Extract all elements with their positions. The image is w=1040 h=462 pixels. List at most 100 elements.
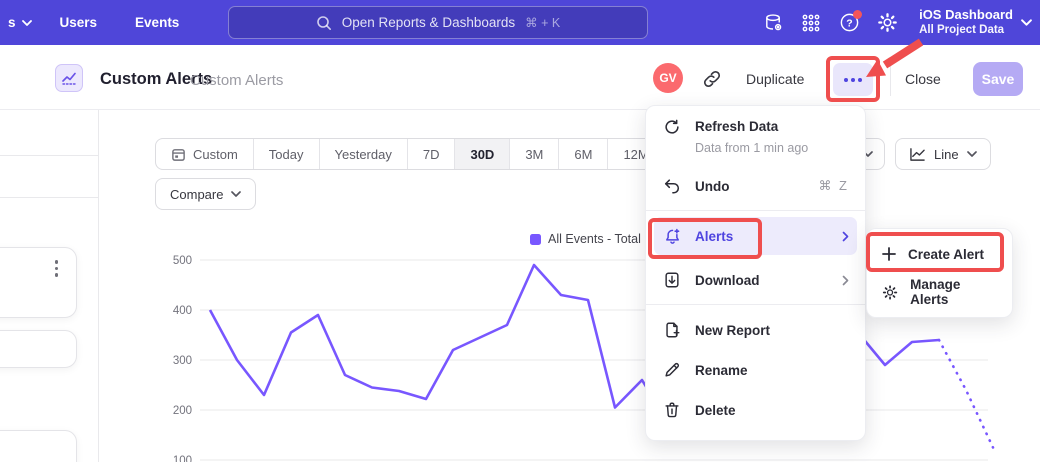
copy-link-button[interactable] [701,68,725,90]
range-label: Yesterday [335,147,392,162]
nav-cut-label: s [8,15,16,30]
sidebar-card[interactable] [0,247,77,318]
menu-item-label: New Report [695,323,849,338]
range-label: Today [269,147,304,162]
sidebar-card[interactable] [0,330,77,368]
undo-icon [662,177,682,195]
legend-label: All Events - Total [548,232,641,246]
menu-item-rename[interactable]: Rename [646,350,865,390]
svg-text:400: 400 [173,305,192,317]
refresh-icon [662,118,682,136]
notification-badge [853,10,862,19]
sidebar-card[interactable] [0,430,77,462]
svg-text:200: 200 [173,405,192,417]
menu-item-undo[interactable]: Undo ⌘ Z [646,167,865,205]
more-options-menu: Refresh Data Data from 1 min ago Undo ⌘ … [645,105,866,441]
chevron-down-icon [1021,19,1032,26]
menu-item-alerts[interactable]: Alerts [654,217,857,255]
menu-item-shortcut: ⌘ Z [818,178,849,194]
gear-icon [882,284,898,301]
menu-item-label: Undo [695,179,805,194]
gear-icon [877,12,898,33]
apps-grid-icon[interactable] [799,11,823,35]
chart-type-label: Line [934,147,959,162]
range-today[interactable]: Today [254,139,320,169]
search-icon [316,15,332,31]
nav-item-events[interactable]: Events [121,15,193,30]
range-yesterday[interactable]: Yesterday [320,139,408,169]
svg-text:300: 300 [173,355,192,367]
compare-dropdown[interactable]: Compare [155,178,256,210]
settings-gear-icon[interactable] [875,11,899,35]
nav-item-boards-cut[interactable]: s [6,15,36,30]
insights-chart-icon [61,70,77,86]
more-options-button[interactable] [833,63,873,96]
top-nav: s Users Events Open Reports & Dashboards… [0,0,1040,45]
range-3m[interactable]: 3M [510,139,559,169]
new-report-icon [662,321,682,339]
download-icon [662,271,682,289]
panel-divider [98,110,99,462]
menu-item-download[interactable]: Download [646,261,865,299]
save-button[interactable]: Save [973,62,1023,96]
chevron-right-icon [842,231,849,242]
kebab-menu-icon[interactable] [55,260,59,277]
help-icon[interactable]: ? [837,11,861,35]
plus-icon [882,247,896,261]
line-chart-icon [909,147,926,162]
header-divider [890,62,891,96]
search-shortcut: ⌘ + K [525,15,560,30]
svg-text:500: 500 [173,255,192,267]
close-button[interactable]: Close [905,71,941,87]
range-custom[interactable]: Custom [156,139,254,169]
report-type-icon [55,64,83,92]
chevron-down-icon [967,151,977,157]
menu-item-label: Download [695,273,829,288]
range-label: 6M [574,147,592,162]
duplicate-button[interactable]: Duplicate [746,71,804,87]
data-management-icon[interactable] [761,11,785,35]
compare-label: Compare [170,187,223,202]
range-label: Custom [193,147,238,162]
range-6m[interactable]: 6M [559,139,608,169]
project-name: iOS Dashboard [919,7,1013,23]
menu-item-refresh-data[interactable]: Refresh Data Data from 1 min ago [646,116,865,167]
date-range-control: Custom Today Yesterday 7D 30D 3M 6M 12M [155,138,665,170]
menu-item-label: Rename [695,363,849,378]
chevron-down-icon [22,20,32,26]
submenu-item-label: Manage Alerts [910,277,997,307]
calendar-icon [171,147,186,162]
sidebar-row-divider [0,197,98,198]
range-7d[interactable]: 7D [408,139,456,169]
avatar[interactable]: GV [653,63,683,93]
menu-item-new-report[interactable]: New Report [646,310,865,350]
menu-divider [646,210,865,211]
search-placeholder: Open Reports & Dashboards [342,15,515,30]
legend-swatch [530,234,541,245]
chart-legend[interactable]: All Events - Total [530,232,641,246]
alert-bell-icon [662,227,682,246]
project-selector[interactable]: iOS Dashboard All Project Data [919,7,1032,38]
database-icon [763,12,784,33]
menu-item-subtitle: Data from 1 min ago [695,139,808,157]
range-label: 30D [470,147,494,162]
sidebar-row-divider [0,155,98,156]
svg-text:100: 100 [173,455,192,462]
menu-item-delete[interactable]: Delete [646,390,865,430]
chevron-down-icon [231,191,241,197]
menu-item-label: Refresh Data [695,119,778,134]
chart-type-dropdown[interactable]: Line [895,138,991,170]
rename-pencil-icon [662,361,682,379]
menu-item-label: Alerts [695,229,829,244]
search-input[interactable]: Open Reports & Dashboards ⌘ + K [228,6,648,39]
project-subtitle: All Project Data [919,23,1013,37]
alerts-submenu: Create Alert Manage Alerts [866,228,1013,318]
submenu-item-create-alert[interactable]: Create Alert [867,235,1012,273]
submenu-item-manage-alerts[interactable]: Manage Alerts [867,273,1012,311]
app-window: s Users Events Open Reports & Dashboards… [0,0,1040,462]
nav-item-users[interactable]: Users [46,15,112,30]
range-30d-selected[interactable]: 30D [455,139,510,169]
submenu-item-label: Create Alert [908,247,984,262]
svg-text:?: ? [846,17,852,29]
range-label: 3M [525,147,543,162]
